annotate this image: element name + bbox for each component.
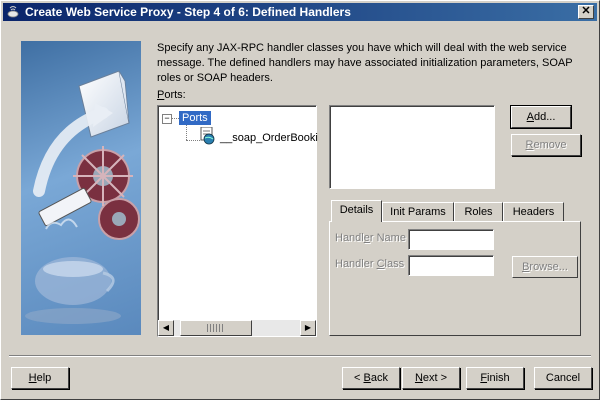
help-button[interactable]: Help — [11, 367, 69, 389]
web-service-artwork-icon — [25, 70, 140, 324]
details-panel: Handler Name Handler Class Browse... — [329, 221, 581, 336]
tab-details[interactable]: Details — [331, 200, 382, 222]
cancel-button[interactable]: Cancel — [534, 367, 592, 389]
scroll-right-button[interactable]: ▶ — [300, 320, 316, 336]
ports-label: Ports: — [157, 89, 186, 101]
handler-name-label: Handler Name — [335, 232, 406, 244]
back-button[interactable]: < Back — [342, 367, 400, 389]
port-icon — [200, 127, 215, 145]
wizard-dialog: Create Web Service Proxy - Step 4 of 6: … — [0, 0, 600, 400]
finish-button[interactable]: Finish — [466, 367, 524, 389]
next-button[interactable]: Next > — [402, 367, 460, 389]
ports-tree[interactable]: − Ports __soap_OrderBooki ◀ ▶ — [157, 105, 318, 337]
jdeveloper-cup-icon — [7, 6, 19, 18]
tab-headers[interactable]: Headers — [503, 202, 564, 221]
close-icon: ✕ — [581, 5, 591, 17]
horizontal-scrollbar[interactable]: ◀ ▶ — [158, 320, 316, 336]
tab-roles[interactable]: Roles — [454, 202, 503, 221]
close-button[interactable]: ✕ — [578, 5, 594, 19]
arrow-left-icon: ◀ — [162, 323, 170, 332]
footer-separator — [9, 355, 591, 357]
handler-name-field[interactable] — [408, 229, 494, 250]
handler-class-field[interactable] — [408, 255, 494, 276]
step-description: Specify any JAX-RPC handler classes you … — [157, 42, 573, 84]
grip-icon — [207, 324, 223, 332]
handler-class-label: Handler Class — [335, 258, 405, 270]
add-button[interactable]: Add... — [510, 105, 572, 129]
tree-connector — [186, 125, 187, 140]
browse-button[interactable]: Browse... — [512, 256, 578, 278]
tab-init-params[interactable]: Init Params — [382, 202, 454, 221]
collapse-icon[interactable]: − — [162, 114, 172, 124]
tree-node-ports[interactable]: Ports — [179, 111, 211, 125]
remove-button[interactable]: Remove — [511, 134, 581, 156]
arrow-right-icon: ▶ — [304, 323, 312, 332]
title-bar[interactable]: Create Web Service Proxy - Step 4 of 6: … — [3, 3, 597, 21]
handlers-list[interactable] — [329, 105, 495, 189]
scroll-thumb[interactable] — [180, 320, 252, 336]
tree-connector — [172, 118, 179, 119]
wizard-illustration — [21, 41, 141, 335]
scroll-left-button[interactable]: ◀ — [158, 320, 174, 336]
tree-connector — [186, 140, 200, 141]
tree-node-port[interactable]: __soap_OrderBooki — [220, 132, 318, 144]
window-title: Create Web Service Proxy - Step 4 of 6: … — [25, 5, 351, 19]
